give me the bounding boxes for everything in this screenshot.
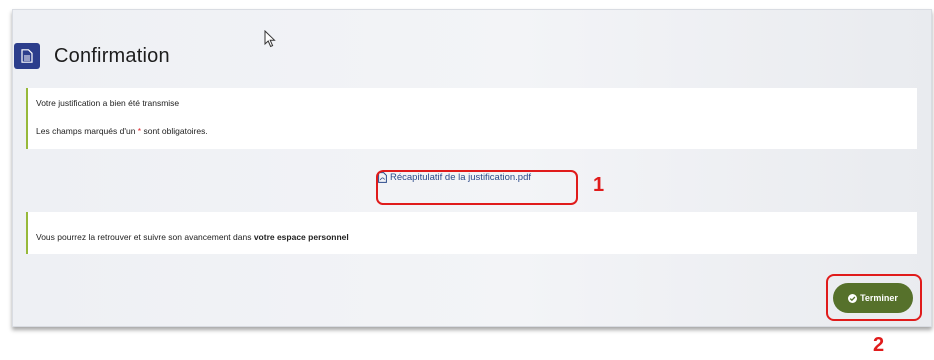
notice-prefix: Vous pourrez la retrouver et suivre son …	[36, 232, 254, 242]
callout-box-2	[826, 274, 922, 321]
callout-box-1	[376, 170, 578, 205]
notice-box: Vous pourrez la retrouver et suivre son …	[26, 212, 917, 254]
callout-number-2: 2	[873, 334, 885, 356]
callout-number-1: 1	[593, 174, 605, 196]
personal-space-link-text: votre espace personnel	[253, 232, 349, 242]
mandatory-fields-note: Les champs marqués d'un * sont obligatoi…	[36, 126, 208, 136]
transmission-message: Votre justification a bien été transmise	[36, 98, 180, 108]
mouse-cursor-icon	[264, 29, 276, 53]
page-header: Confirmation	[14, 34, 170, 78]
page-title: Confirmation	[54, 44, 170, 67]
info-box: Votre justification a bien été transmise…	[26, 88, 917, 149]
personal-space-notice: Vous pourrez la retrouver et suivre son …	[36, 232, 349, 242]
mandatory-note-prefix: Les champs marqués d'un	[36, 126, 138, 136]
document-icon	[14, 43, 40, 69]
mandatory-note-suffix: sont obligatoires.	[141, 126, 208, 136]
